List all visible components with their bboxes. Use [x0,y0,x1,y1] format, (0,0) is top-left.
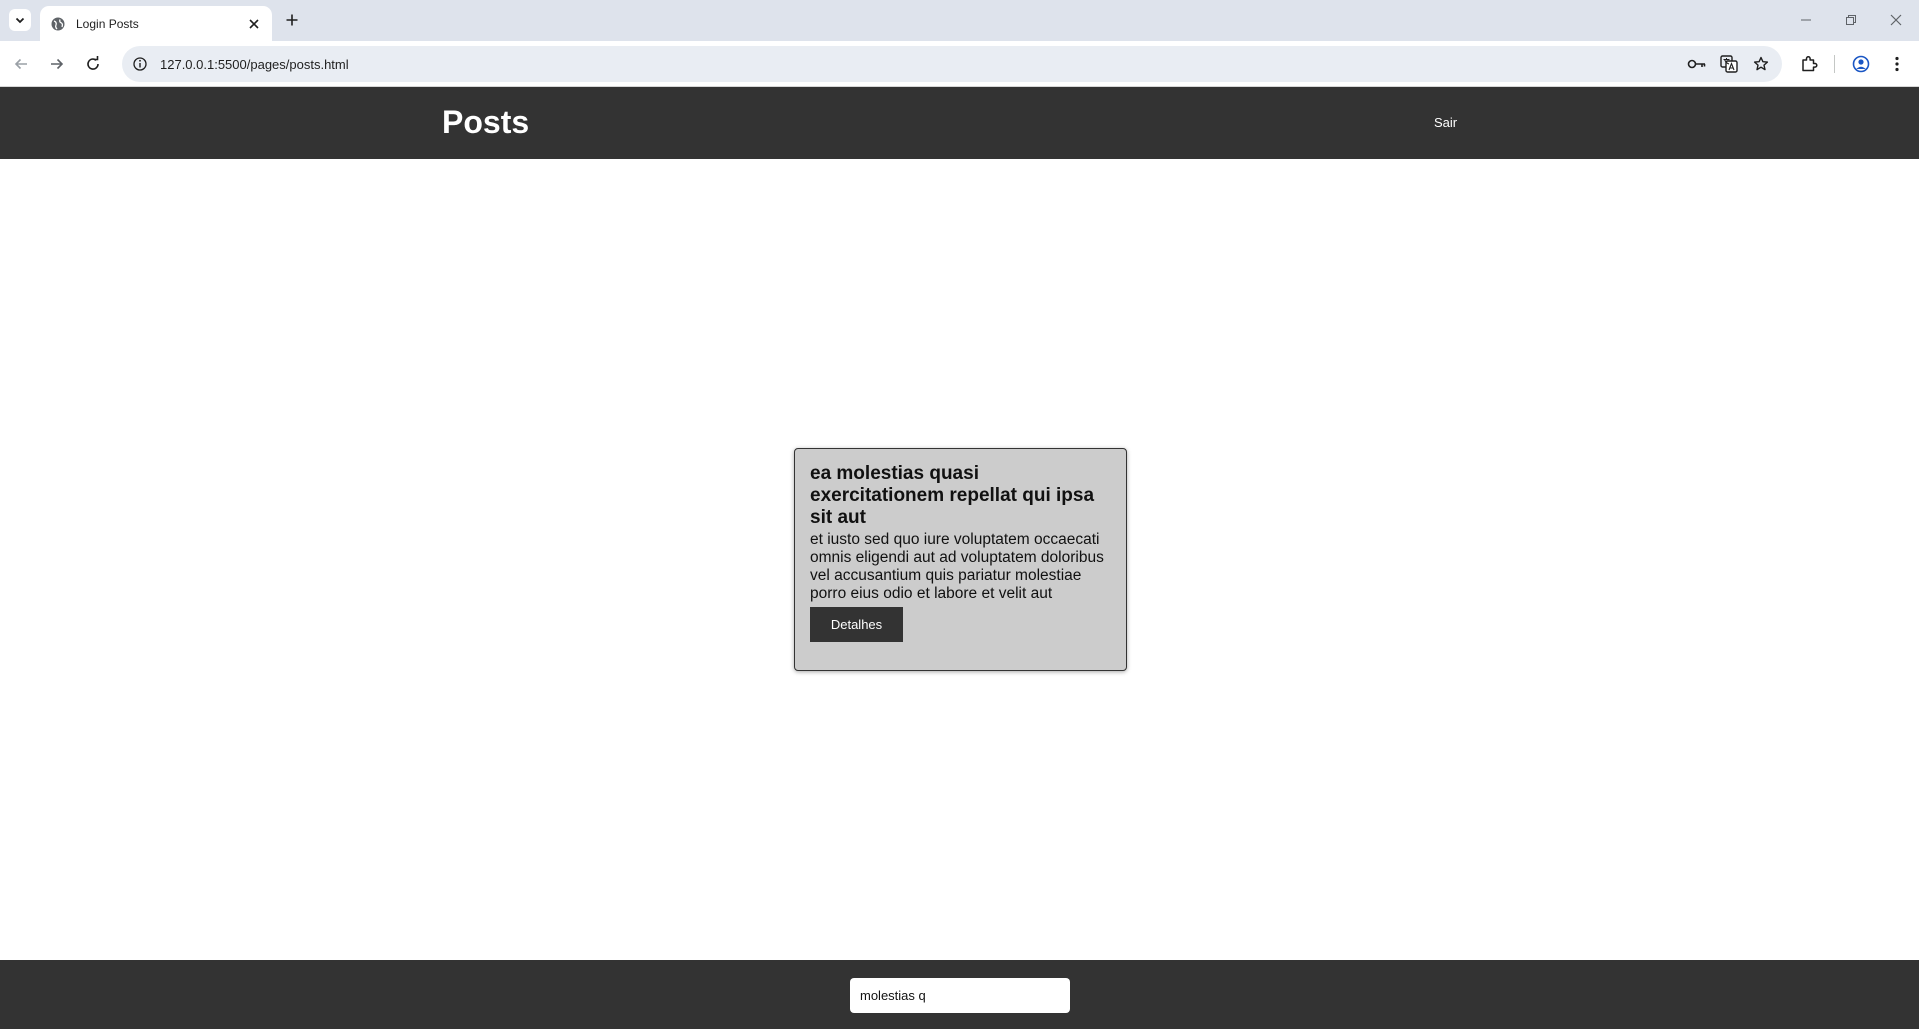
back-button[interactable] [9,52,33,76]
post-body: et iusto sed quo iure voluptatem occaeca… [810,531,1104,602]
browser-tab-bar: Login Posts [0,0,1919,41]
restore-icon [1846,15,1856,25]
post-title: ea molestias quasi exercitationem repell… [810,463,1095,528]
address-bar[interactable]: 127.0.0.1:5500/pages/posts.html [122,46,1782,82]
reload-button[interactable] [81,52,105,76]
toolbar-divider [1834,55,1835,73]
post-card: ea molestias quasi exercitationem repell… [794,448,1127,671]
more-vertical-icon [1895,56,1899,72]
globe-icon [50,16,66,32]
new-tab-button[interactable] [282,10,302,30]
browser-toolbar: 127.0.0.1:5500/pages/posts.html [0,41,1919,87]
active-tab[interactable]: Login Posts [40,6,272,41]
star-icon[interactable] [1750,53,1772,75]
translate-icon[interactable] [1718,53,1740,75]
logout-link[interactable]: Sair [1434,115,1457,130]
puzzle-icon [1802,55,1818,72]
close-window-button[interactable] [1882,8,1910,32]
avatar-icon [1852,55,1870,73]
profile-button[interactable] [1849,52,1873,76]
search-input[interactable] [850,978,1070,1013]
arrow-left-icon [14,58,27,70]
close-icon [1890,14,1902,26]
page-footer [0,960,1919,1029]
posts-container: ea molestias quasi exercitationem repell… [0,159,1919,960]
arrow-right-icon [51,58,64,70]
restore-button[interactable] [1837,8,1865,32]
details-button[interactable]: Detalhes [810,607,903,642]
extensions-button[interactable] [1797,52,1821,76]
tab-search-button[interactable] [9,9,31,31]
url-text[interactable]: 127.0.0.1:5500/pages/posts.html [160,57,1686,72]
key-icon[interactable] [1686,53,1708,75]
reload-icon [87,56,99,70]
minimize-button[interactable] [1792,8,1820,32]
minimize-icon [1801,19,1811,21]
page-header: Posts Sair [0,87,1919,159]
site-info-icon[interactable] [130,54,150,74]
forward-button[interactable] [45,52,69,76]
close-tab-icon[interactable] [246,16,262,32]
chevron-down-icon [15,17,25,24]
tab-title: Login Posts [76,16,139,31]
browser-menu-button[interactable] [1885,52,1909,76]
plus-icon [286,14,298,26]
page-title: Posts [442,104,530,140]
